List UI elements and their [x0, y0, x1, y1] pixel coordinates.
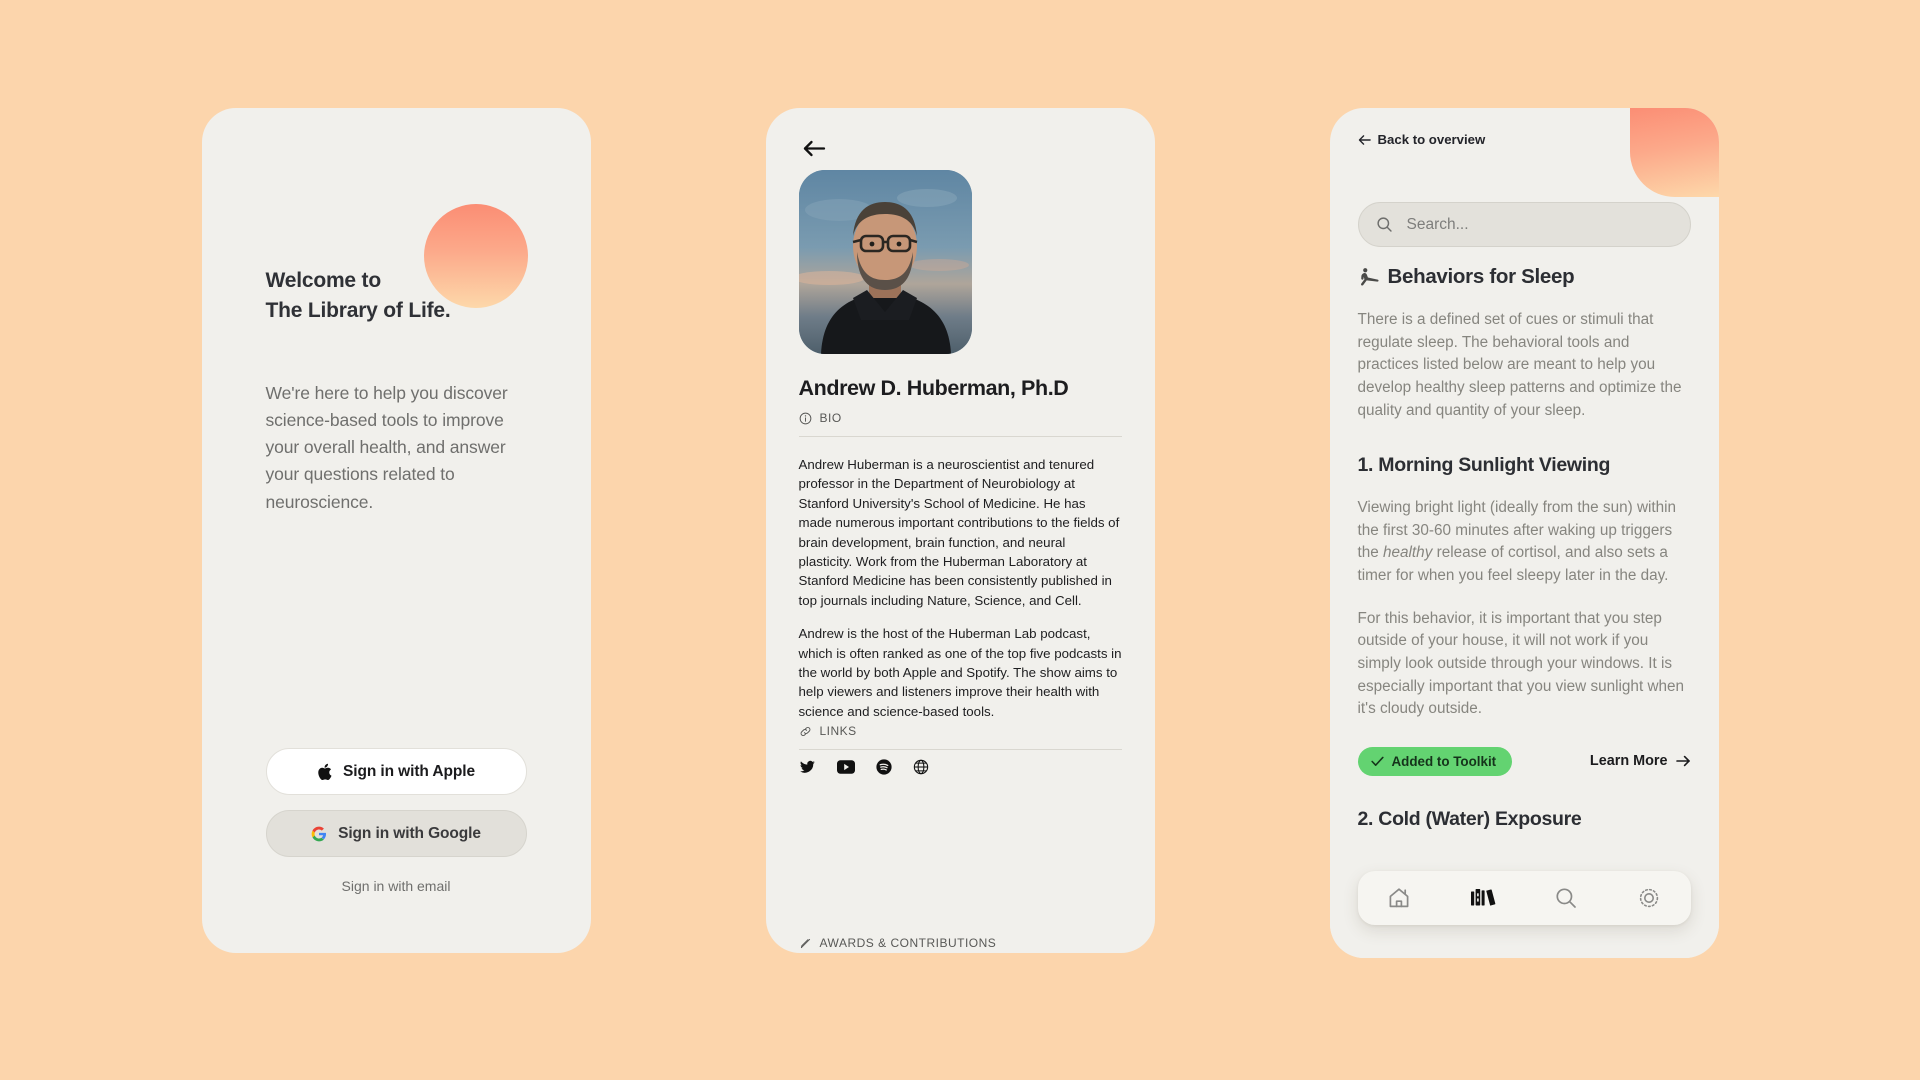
welcome-heading-line2: The Library of Life. [265, 299, 451, 323]
avatar [798, 170, 972, 354]
google-icon [311, 826, 327, 842]
auth-buttons: Sign in with Apple Sign in with Google S… [265, 748, 527, 894]
home-icon [1387, 886, 1411, 910]
divider [798, 749, 1122, 750]
behavior-1-actions: Added to Toolkit Learn More [1357, 746, 1691, 776]
behavior-1-para1-italic: healthy [1383, 544, 1433, 562]
search-input[interactable] [1406, 215, 1673, 234]
sign-in-apple-button[interactable]: Sign in with Apple [265, 748, 527, 795]
sign-in-google-label: Sign in with Google [338, 824, 481, 842]
bottom-navigation [1357, 871, 1691, 925]
sign-in-email-link[interactable]: Sign in with email [266, 878, 527, 894]
search-icon [1554, 886, 1578, 910]
link-icon [799, 725, 812, 738]
screen-welcome: Welcome to The Library of Life. We're he… [201, 108, 591, 953]
learn-more-button[interactable]: Learn More [1590, 753, 1691, 769]
divider [798, 436, 1122, 437]
behavior-1-title: 1. Morning Sunlight Viewing [1357, 454, 1611, 477]
page-title: Welcome to The Library of Life. [266, 266, 451, 327]
sun-icon [1637, 886, 1661, 910]
search-icon [1376, 216, 1393, 233]
behavior-1-paragraph-2: For this behavior, it is important that … [1357, 609, 1685, 718]
check-icon [1370, 756, 1384, 767]
stretching-person-icon [1358, 267, 1379, 288]
twitter-icon[interactable] [799, 759, 816, 775]
info-icon [799, 412, 812, 425]
nav-brightness[interactable] [1637, 886, 1661, 910]
back-arrow-icon[interactable] [799, 134, 829, 164]
sign-in-apple-label: Sign in with Apple [343, 762, 475, 780]
awards-section-label: AWARDS & CONTRIBUTIONS [799, 936, 997, 950]
back-to-overview-button[interactable]: Back to overview [1358, 132, 1486, 147]
added-to-toolkit-button[interactable]: Added to Toolkit [1357, 746, 1513, 776]
behavior-1-paragraph-1: Viewing bright light (ideally from the s… [1358, 497, 1691, 588]
links-section-label: LINKS [799, 724, 857, 738]
screens-container: Welcome to The Library of Life. We're he… [0, 0, 1920, 1080]
books-icon [1470, 886, 1496, 910]
arrow-right-icon [1675, 755, 1691, 767]
youtube-icon[interactable] [836, 760, 855, 774]
added-to-toolkit-label: Added to Toolkit [1391, 753, 1497, 769]
search-bar[interactable] [1357, 202, 1691, 247]
section-intro: There is a defined set of cues or stimul… [1357, 311, 1682, 419]
gradient-circle [1629, 108, 1719, 197]
sign-in-google-button[interactable]: Sign in with Google [265, 810, 527, 857]
section-title-text: Behaviors for Sleep [1387, 265, 1575, 288]
welcome-heading-line1: Welcome to [265, 269, 382, 292]
spotify-icon[interactable] [875, 759, 892, 775]
links-label-text: LINKS [819, 724, 857, 738]
social-links [799, 759, 929, 775]
nav-library[interactable] [1470, 886, 1496, 910]
screen-behaviors: Back to overview Search... Behaviors for… [1329, 108, 1719, 958]
behavior-2-title: 2. Cold (Water) Exposure [1357, 807, 1582, 830]
welcome-description: We're here to help you discover science-… [265, 383, 508, 512]
apple-icon [317, 763, 332, 781]
behaviors-content: Behaviors for Sleep There is a defined s… [1357, 265, 1691, 831]
website-icon[interactable] [913, 759, 929, 775]
bio-paragraph-1: Andrew Huberman is a neuroscientist and … [798, 457, 1120, 608]
pencil-icon [799, 937, 812, 950]
back-to-overview-label: Back to overview [1377, 132, 1486, 147]
nav-home[interactable] [1387, 886, 1411, 910]
bio-text: Andrew Huberman is a neuroscientist and … [799, 455, 1122, 721]
awards-label-text: AWARDS & CONTRIBUTIONS [819, 936, 997, 950]
bio-paragraph-2: Andrew is the host of the Huberman Lab p… [798, 626, 1122, 719]
bio-label-text: BIO [819, 411, 842, 425]
arrow-left-icon [1358, 134, 1371, 146]
section-title: Behaviors for Sleep [1358, 265, 1691, 289]
bio-section-label: BIO [799, 411, 842, 425]
learn-more-label: Learn More [1589, 753, 1668, 770]
screen-profile: Andrew D. Huberman, Ph.D BIO Andrew Hube… [765, 108, 1155, 953]
nav-search[interactable] [1554, 886, 1578, 910]
page-title: Andrew D. Huberman, Ph.D [798, 376, 1069, 400]
